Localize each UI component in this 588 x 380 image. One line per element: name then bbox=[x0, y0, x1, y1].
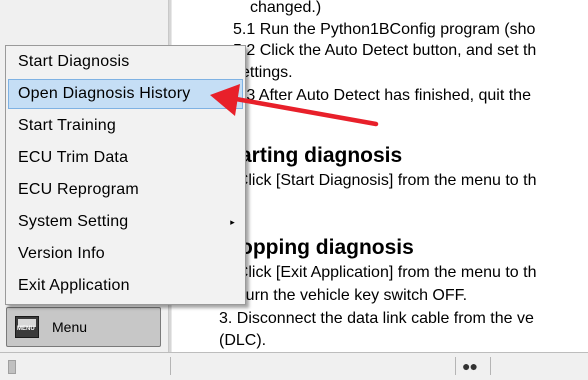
status-bar: ●● bbox=[0, 352, 588, 380]
menu-item-label: System Setting bbox=[18, 213, 129, 230]
doc-line: 3. Disconnect the data link cable from t… bbox=[219, 310, 534, 327]
menu-item-ecu-trim-data[interactable]: ECU Trim Data bbox=[8, 143, 243, 173]
section-heading-stopping: Stopping diagnosis bbox=[219, 236, 414, 259]
popup-menu: Start Diagnosis Open Diagnosis History S… bbox=[5, 45, 246, 305]
status-separator bbox=[490, 357, 491, 375]
menu-icon: MENU bbox=[15, 316, 39, 338]
menu-item-label: Exit Application bbox=[18, 277, 130, 294]
doc-line: 1. Click [Exit Application] from the men… bbox=[219, 264, 537, 281]
scrollbar-thumb[interactable] bbox=[8, 360, 16, 374]
menu-button[interactable]: MENU Menu bbox=[6, 307, 161, 347]
doc-line: 5.3 After Auto Detect has finished, quit… bbox=[233, 87, 531, 104]
menu-item-system-setting[interactable]: System Setting ▸ bbox=[8, 207, 243, 237]
doc-line: (DLC). bbox=[219, 332, 267, 349]
section-heading-starting: Starting diagnosis bbox=[219, 144, 403, 167]
menu-item-label: ECU Trim Data bbox=[18, 149, 129, 166]
menu-item-label: Start Training bbox=[18, 117, 116, 134]
menu-item-label: Version Info bbox=[18, 245, 105, 262]
submenu-arrow-icon: ▸ bbox=[230, 217, 235, 227]
menu-item-label: Start Diagnosis bbox=[18, 53, 130, 70]
doc-line: changed.) bbox=[250, 0, 322, 16]
doc-line: 1. Click [Start Diagnosis] from the menu… bbox=[219, 172, 537, 189]
status-indicator-icon: ●● bbox=[462, 358, 478, 374]
menu-item-exit-application[interactable]: Exit Application bbox=[8, 271, 243, 301]
status-separator bbox=[170, 357, 171, 375]
doc-line: 5.2 Click the Auto Detect button, and se… bbox=[233, 42, 537, 59]
menu-item-label: ECU Reprogram bbox=[18, 181, 139, 198]
menu-item-start-training[interactable]: Start Training bbox=[8, 111, 243, 141]
menu-item-label: Open Diagnosis History bbox=[18, 85, 191, 102]
doc-line: 2. Turn the vehicle key switch OFF. bbox=[219, 287, 468, 304]
menu-button-label: Menu bbox=[52, 319, 88, 335]
menu-item-open-diagnosis-history[interactable]: Open Diagnosis History bbox=[8, 79, 243, 109]
menu-item-version-info[interactable]: Version Info bbox=[8, 239, 243, 269]
status-separator bbox=[455, 357, 456, 375]
menu-item-ecu-reprogram[interactable]: ECU Reprogram bbox=[8, 175, 243, 205]
doc-line: 5.1 Run the Python1BConfig program (sho bbox=[233, 21, 536, 38]
menu-item-start-diagnosis[interactable]: Start Diagnosis bbox=[8, 47, 243, 77]
